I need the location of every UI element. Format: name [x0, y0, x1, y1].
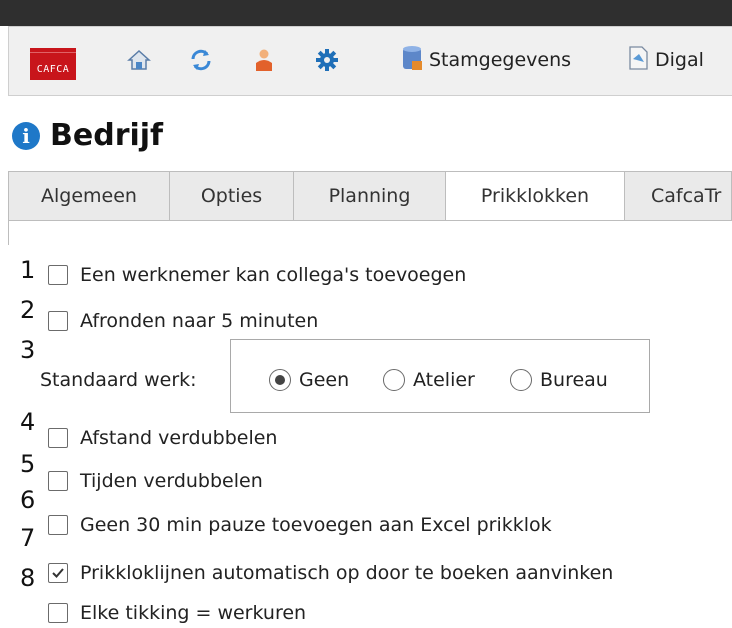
user-icon[interactable] — [252, 48, 276, 72]
stamgegevens-button[interactable]: Stamgegevens — [401, 45, 571, 75]
annotation-number: 5 — [20, 450, 36, 478]
checkbox[interactable] — [48, 428, 68, 448]
checkbox[interactable] — [48, 265, 68, 285]
info-icon: i — [12, 121, 40, 150]
radio-geen[interactable]: Geen — [269, 369, 349, 391]
annotation-number: 8 — [20, 564, 36, 592]
radio-label: Bureau — [540, 369, 608, 391]
tab-bar: Algemeen Opties Planning Prikklokken Caf… — [8, 171, 732, 221]
content-border — [8, 221, 9, 245]
tab-algemeen[interactable]: Algemeen — [8, 171, 170, 221]
checkbox-checked[interactable] — [48, 563, 68, 583]
annotation-number: 2 — [20, 296, 36, 324]
standaard-werk-label: Standaard werk: — [40, 369, 197, 391]
checkbox[interactable] — [48, 311, 68, 331]
option-label: Elke tikking = werkuren — [80, 602, 307, 624]
checkbox[interactable] — [48, 603, 68, 623]
option-label: Een werknemer kan collega's toevoegen — [80, 264, 467, 286]
radio-button[interactable] — [383, 369, 405, 391]
option-prikkloklijnen-automatisch[interactable]: Prikkloklijnen automatisch op door te bo… — [48, 562, 613, 584]
option-geen-pauze-excel[interactable]: Geen 30 min pauze toevoegen aan Excel pr… — [48, 514, 552, 536]
option-afstand-verdubbelen[interactable]: Afstand verdubbelen — [48, 427, 277, 449]
database-icon — [401, 45, 423, 76]
annotation-number: 7 — [20, 524, 36, 552]
window-titlebar — [0, 0, 732, 26]
tab-opties[interactable]: Opties — [169, 171, 294, 221]
annotation-number: 3 — [20, 336, 36, 364]
tab-prikklokken[interactable]: Prikklokken — [445, 171, 625, 221]
tab-cafcatr[interactable]: CafcaTr — [624, 171, 732, 221]
digital-label: Digal — [655, 49, 704, 71]
option-label: Afronden naar 5 minuten — [80, 310, 319, 332]
standaard-werk-group: Geen Atelier Bureau — [230, 339, 650, 413]
annotation-number: 4 — [20, 408, 36, 436]
annotation-number: 1 — [20, 256, 36, 284]
stamgegevens-label: Stamgegevens — [429, 49, 572, 71]
radio-button-selected[interactable] — [269, 369, 291, 391]
option-tijden-verdubbelen[interactable]: Tijden verdubbelen — [48, 470, 263, 492]
radio-label: Geen — [299, 369, 350, 391]
checkbox[interactable] — [48, 471, 68, 491]
radio-label: Atelier — [413, 369, 475, 391]
gear-icon[interactable] — [315, 48, 339, 72]
page-title: i Bedrijf — [12, 118, 163, 153]
home-icon[interactable] — [127, 48, 151, 72]
annotation-number: 6 — [20, 486, 36, 514]
page-title-text: Bedrijf — [50, 118, 164, 153]
option-collega-toevoegen[interactable]: Een werknemer kan collega's toevoegen — [48, 264, 466, 286]
option-afronden-5-minuten[interactable]: Afronden naar 5 minuten — [48, 310, 318, 332]
tab-divider — [8, 220, 732, 221]
toolbar: CAFCA Stamgegevens Digal — [8, 26, 732, 96]
option-label: Prikkloklijnen automatisch op door te bo… — [80, 562, 614, 584]
refresh-icon[interactable] — [189, 48, 213, 72]
checkmark-icon — [52, 568, 64, 578]
radio-atelier[interactable]: Atelier — [383, 369, 475, 391]
digital-button[interactable]: Digal — [627, 45, 704, 75]
option-elke-tikking-werkuren[interactable]: Elke tikking = werkuren — [48, 602, 306, 624]
radio-button[interactable] — [510, 369, 532, 391]
option-label: Tijden verdubbelen — [80, 470, 263, 492]
checkbox[interactable] — [48, 515, 68, 535]
cafca-logo[interactable]: CAFCA — [30, 48, 76, 80]
radio-bureau[interactable]: Bureau — [510, 369, 608, 391]
document-icon — [627, 45, 649, 76]
option-label: Geen 30 min pauze toevoegen aan Excel pr… — [80, 514, 552, 536]
option-label: Afstand verdubbelen — [80, 427, 278, 449]
tab-planning[interactable]: Planning — [293, 171, 446, 221]
